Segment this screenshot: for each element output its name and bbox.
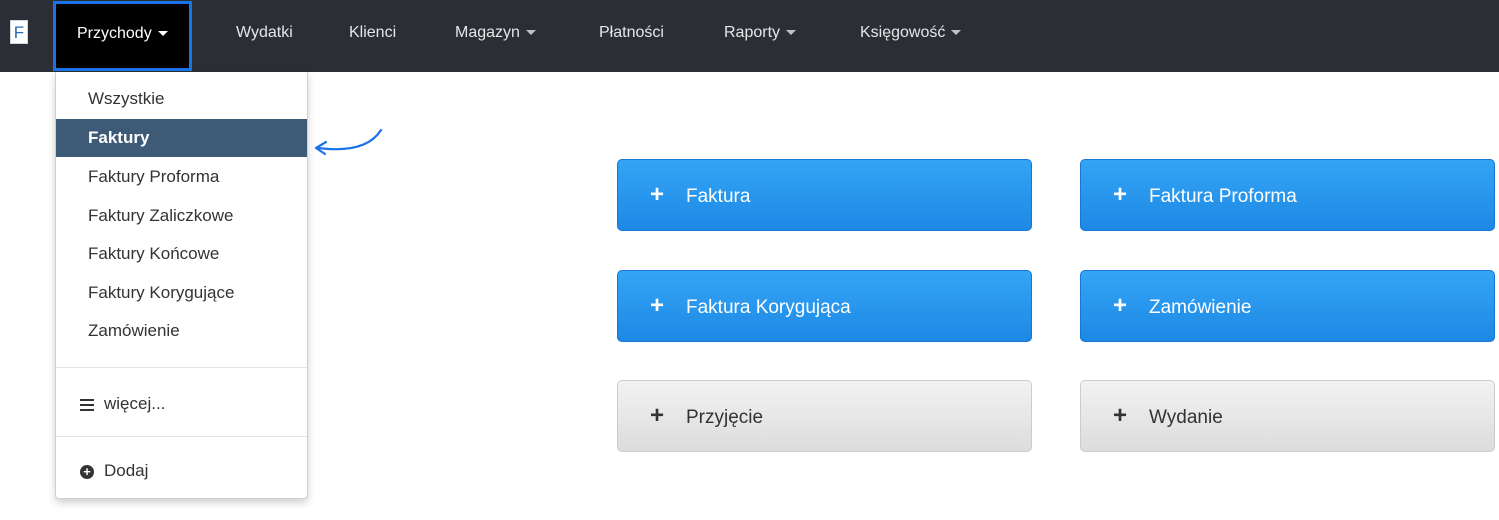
nav-label: Klienci: [349, 24, 397, 41]
caret-down-icon: [525, 30, 536, 36]
new-przyjecie-button[interactable]: + Przyjęcie: [617, 380, 1032, 452]
nav-label: Przychody: [77, 25, 152, 42]
plus-icon: +: [1113, 292, 1128, 319]
plus-icon: +: [650, 181, 665, 208]
menu-item-wszystkie[interactable]: Wszystkie: [56, 80, 307, 118]
nav-label: Magazyn: [455, 24, 520, 41]
nav-label: Księgowość: [860, 24, 946, 41]
nav-wydatki[interactable]: Wydatki: [236, 0, 293, 72]
button-label: Faktura Proforma: [1149, 186, 1297, 207]
new-wydanie-button[interactable]: + Wydanie: [1080, 380, 1495, 452]
caret-down-icon: [786, 30, 797, 36]
menu-item-faktury-koncowe[interactable]: Faktury Końcowe: [56, 235, 307, 273]
plus-icon: +: [1113, 402, 1128, 429]
nav-platnosci[interactable]: Płatności: [599, 0, 664, 72]
pointer-arrow-icon: [314, 128, 383, 156]
new-zamowienie-button[interactable]: + Zamówienie: [1080, 270, 1495, 342]
add-label: Dodaj: [104, 461, 149, 480]
caret-down-icon: [951, 30, 962, 36]
nav-label: Wydatki: [236, 24, 293, 41]
menu-item-faktury-proforma[interactable]: Faktury Proforma: [56, 158, 307, 196]
menu-item-zamowienie[interactable]: Zamówienie: [56, 312, 307, 350]
menu-divider: [56, 436, 307, 437]
menu-item-faktury-zaliczkowe[interactable]: Faktury Zaliczkowe: [56, 197, 307, 235]
new-faktura-korygujaca-button[interactable]: + Faktura Korygująca: [617, 270, 1032, 342]
app-logo[interactable]: F: [10, 20, 28, 44]
menu-item-add[interactable]: + Dodaj: [56, 452, 307, 490]
top-navbar: F Przychody Wydatki Klienci Magazyn Płat…: [0, 0, 1499, 72]
button-label: Faktura: [686, 186, 751, 207]
plus-icon: +: [1113, 181, 1128, 208]
nav-przychody[interactable]: Przychody: [53, 1, 192, 71]
przychody-dropdown-menu: Wszystkie Faktury Faktury Proforma Faktu…: [55, 72, 308, 499]
nav-label: Płatności: [599, 24, 664, 41]
plus-icon: +: [650, 292, 665, 319]
menu-item-faktury-korygujace[interactable]: Faktury Korygujące: [56, 274, 307, 312]
plus-icon: +: [650, 402, 665, 429]
nav-klienci[interactable]: Klienci: [349, 0, 396, 72]
caret-down-icon: [157, 31, 168, 37]
nav-label: Raporty: [724, 24, 781, 41]
button-label: Przyjęcie: [686, 407, 764, 428]
button-label: Faktura Korygująca: [686, 297, 851, 318]
menu-item-faktury[interactable]: Faktury: [56, 119, 307, 157]
nav-ksiegowosc[interactable]: Księgowość: [860, 0, 962, 72]
button-label: Wydanie: [1149, 407, 1223, 428]
nav-raporty[interactable]: Raporty: [724, 0, 797, 72]
plus-circle-icon: +: [80, 464, 94, 479]
hamburger-icon: [80, 396, 94, 414]
new-faktura-proforma-button[interactable]: + Faktura Proforma: [1080, 159, 1495, 231]
new-faktura-button[interactable]: + Faktura: [617, 159, 1032, 231]
menu-divider: [56, 367, 307, 368]
menu-item-more[interactable]: więcej...: [56, 385, 307, 423]
more-label: więcej...: [104, 394, 166, 413]
nav-magazyn[interactable]: Magazyn: [455, 0, 536, 72]
button-label: Zamówienie: [1149, 297, 1252, 318]
